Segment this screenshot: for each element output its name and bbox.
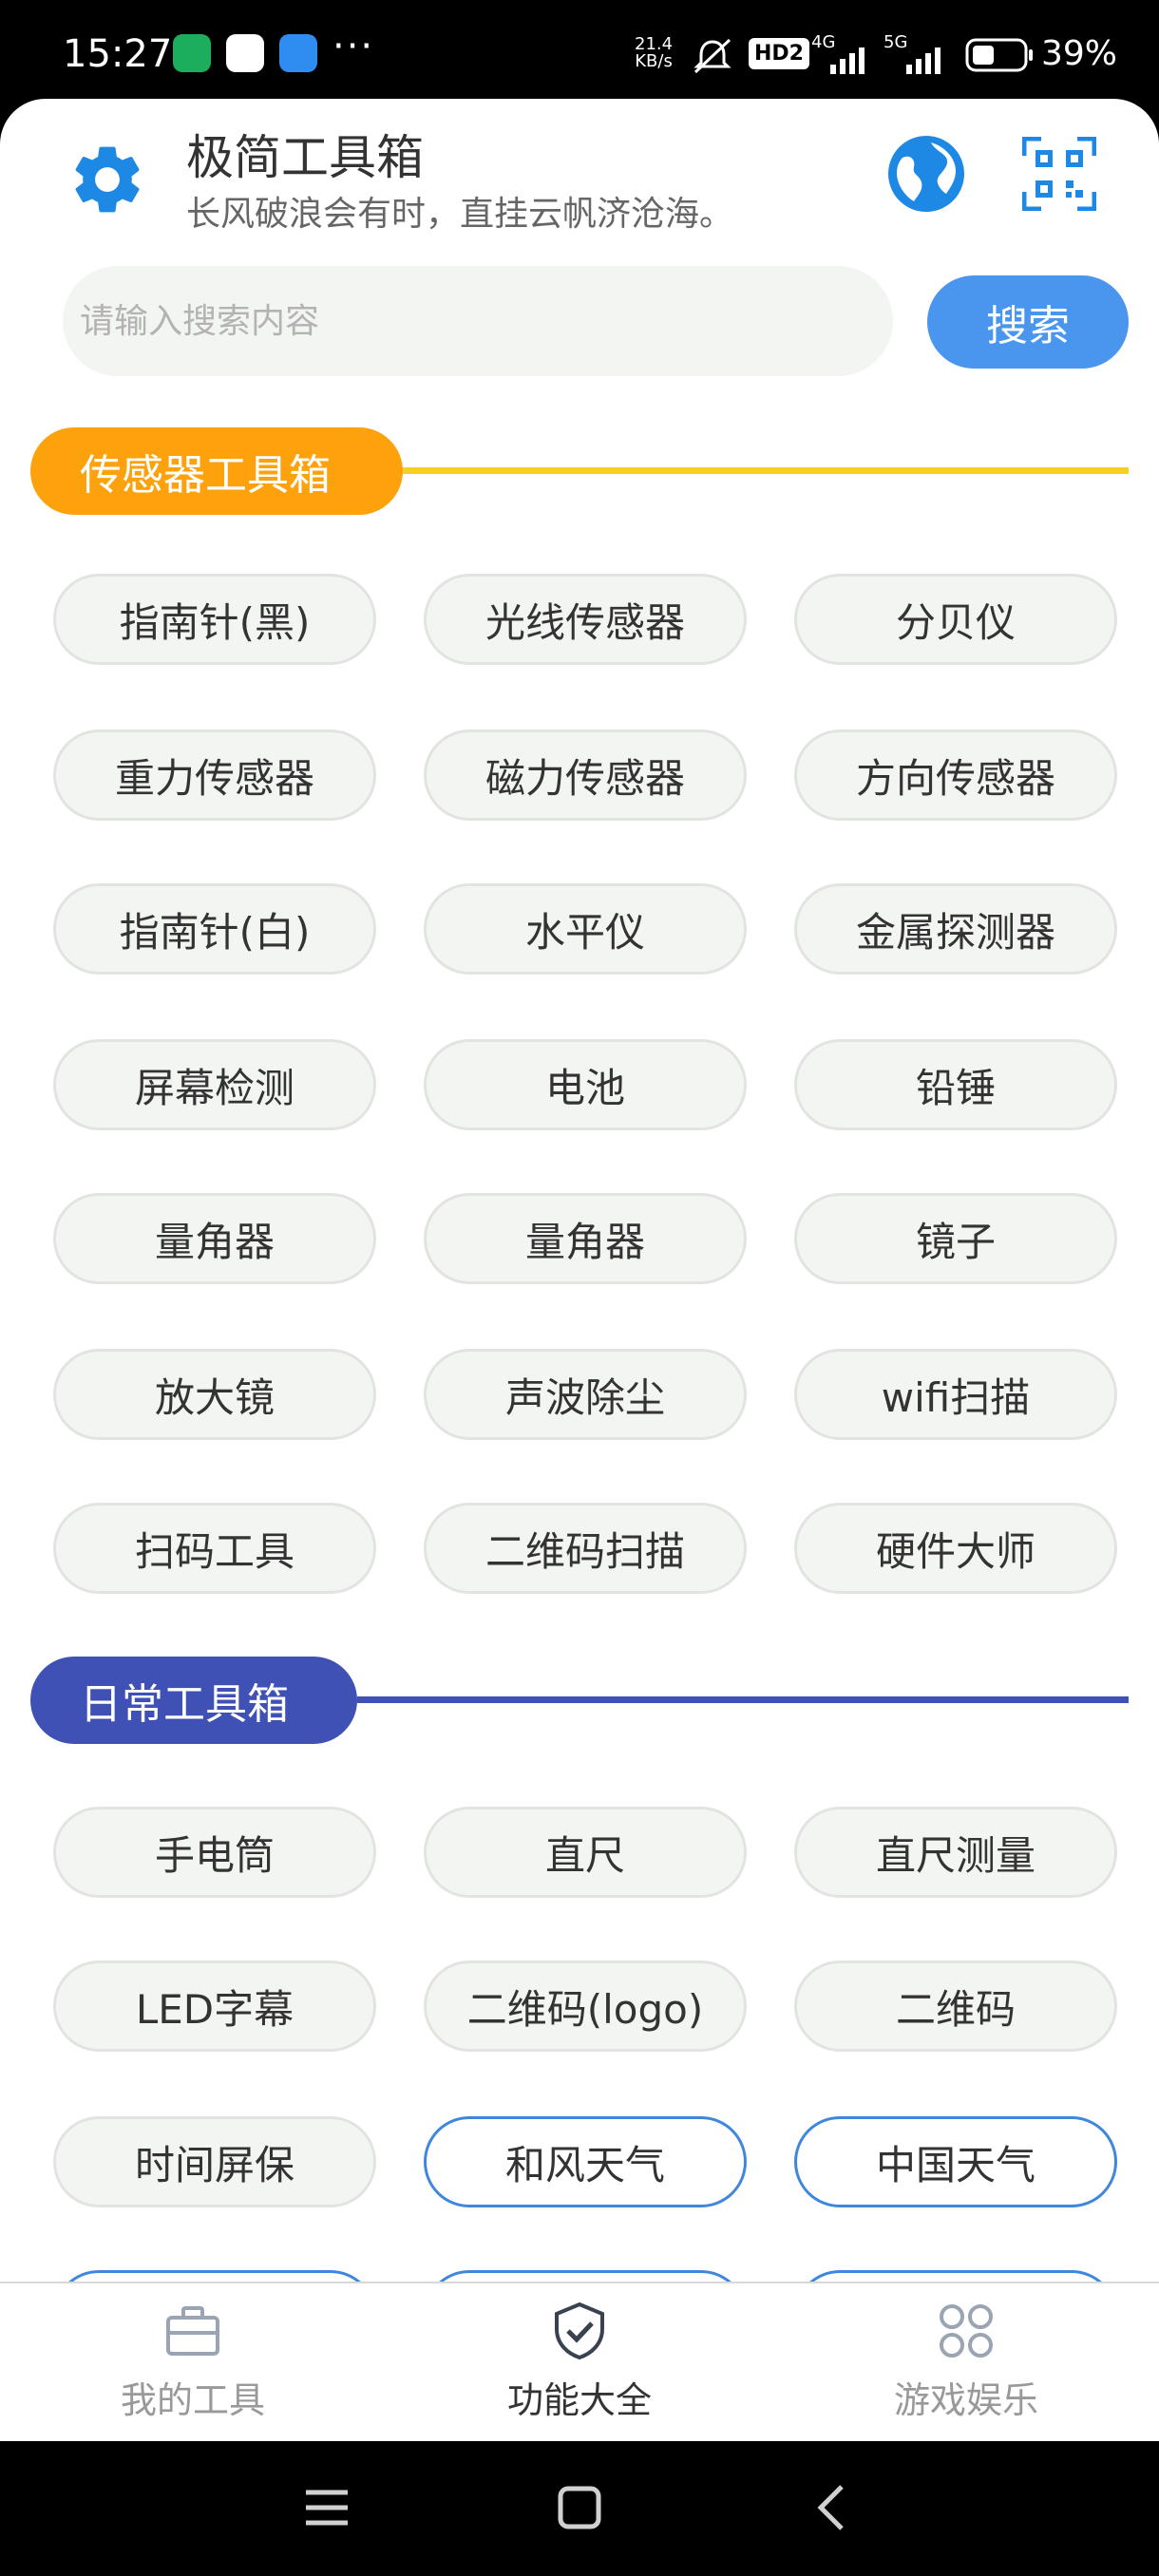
nav-my-tools[interactable]: 我的工具 bbox=[0, 2283, 386, 2443]
tool-button[interactable]: 光线传感器 bbox=[424, 574, 747, 665]
tool-button[interactable]: 硬件大师 bbox=[794, 1503, 1117, 1594]
back-icon[interactable] bbox=[804, 2479, 861, 2536]
nav-games[interactable]: 游戏娱乐 bbox=[773, 2283, 1159, 2443]
tool-button[interactable]: 重力传感器 bbox=[53, 729, 376, 821]
tool-button[interactable]: 量角器 bbox=[424, 1193, 747, 1284]
app-title: 极简工具箱 bbox=[186, 130, 424, 185]
nav-all-features[interactable]: 功能大全 bbox=[387, 2283, 772, 2443]
tool-button[interactable]: 电池 bbox=[424, 1039, 747, 1130]
section-divider bbox=[357, 1696, 1129, 1703]
network-speed: 21.4 KB/s bbox=[635, 34, 674, 71]
app-notification-icon bbox=[279, 34, 317, 72]
search-button[interactable]: 搜索 bbox=[927, 275, 1129, 369]
tool-button[interactable]: 和风天气 bbox=[424, 2116, 747, 2207]
tool-button[interactable]: 扫码工具 bbox=[53, 1503, 376, 1594]
battery-percent: 39% bbox=[1041, 34, 1118, 73]
home-icon[interactable] bbox=[551, 2479, 608, 2536]
tool-button[interactable]: 方向传感器 bbox=[794, 729, 1117, 821]
app-container: 极简工具箱 长风破浪会有时，直挂云帆济沧海。 搜索 传感器工具箱 指南针(黑) … bbox=[0, 99, 1159, 2441]
tool-button[interactable]: 磁力传感器 bbox=[424, 729, 747, 821]
bottom-nav: 我的工具 功能大全 游戏娱乐 bbox=[0, 2282, 1159, 2441]
tool-button[interactable]: 指南针(白) bbox=[53, 883, 376, 975]
tool-button[interactable]: 手电筒 bbox=[53, 1807, 376, 1898]
tool-button[interactable]: 直尺测量 bbox=[794, 1807, 1117, 1898]
nav-label: 我的工具 bbox=[120, 2379, 265, 2421]
tool-button[interactable]: 量角器 bbox=[53, 1193, 376, 1284]
nav-label: 功能大全 bbox=[506, 2379, 652, 2421]
tool-button[interactable]: wifi扫描 bbox=[794, 1349, 1117, 1440]
section-title: 传感器工具箱 bbox=[30, 427, 403, 515]
signal-icon bbox=[830, 47, 864, 74]
section-title: 日常工具箱 bbox=[30, 1657, 357, 1744]
gear-icon[interactable] bbox=[66, 139, 148, 220]
briefcase-icon bbox=[166, 2306, 219, 2356]
tool-button[interactable]: 放大镜 bbox=[53, 1349, 376, 1440]
tool-button[interactable]: 分贝仪 bbox=[794, 574, 1117, 665]
section-divider bbox=[403, 467, 1129, 474]
app-notification-icon bbox=[226, 34, 264, 72]
tool-button[interactable]: LED字幕 bbox=[53, 1960, 376, 2052]
tool-button[interactable]: 水平仪 bbox=[424, 883, 747, 975]
tool-button[interactable]: 二维码扫描 bbox=[424, 1503, 747, 1594]
more-notifications-icon: ··· bbox=[332, 25, 375, 68]
qr-scan-icon[interactable] bbox=[1022, 137, 1096, 211]
tool-button[interactable]: 时间屏保 bbox=[53, 2116, 376, 2207]
tool-button[interactable]: 屏幕检测 bbox=[53, 1039, 376, 1130]
section-header-daily: 日常工具箱 bbox=[30, 1657, 1129, 1744]
app-notification-icon bbox=[173, 34, 211, 72]
nav-label: 游戏娱乐 bbox=[893, 2379, 1038, 2421]
tool-button[interactable]: 直尺 bbox=[424, 1807, 747, 1898]
shield-check-icon bbox=[555, 2301, 604, 2360]
tool-button[interactable]: 声波除尘 bbox=[424, 1349, 747, 1440]
menu-icon[interactable] bbox=[298, 2479, 355, 2536]
app-subtitle: 长风破浪会有时，直挂云帆济沧海。 bbox=[186, 195, 734, 234]
tool-button[interactable]: 镜子 bbox=[794, 1193, 1117, 1284]
grid-icon bbox=[940, 2304, 993, 2358]
tool-button[interactable]: 中国天气 bbox=[794, 2116, 1117, 2207]
system-nav-bar bbox=[0, 2441, 1159, 2576]
hd-badge: HD2 bbox=[749, 38, 809, 69]
section-header-sensors: 传感器工具箱 bbox=[30, 427, 1129, 515]
status-bar: 15:27 ··· 21.4 KB/s HD2 4G 5G 39% bbox=[0, 0, 1159, 104]
tool-button[interactable]: 金属探测器 bbox=[794, 883, 1117, 975]
mute-bell-icon bbox=[694, 38, 732, 74]
globe-icon[interactable] bbox=[885, 133, 967, 215]
signal-icon bbox=[906, 47, 940, 74]
tool-button[interactable]: 指南针(黑) bbox=[53, 574, 376, 665]
search-input[interactable] bbox=[63, 266, 893, 376]
tool-button[interactable]: 二维码(logo) bbox=[424, 1960, 747, 2052]
battery-icon bbox=[965, 38, 1033, 72]
tool-button[interactable]: 二维码 bbox=[794, 1960, 1117, 2052]
tool-button[interactable]: 铅锤 bbox=[794, 1039, 1117, 1130]
status-time: 15:27 bbox=[63, 32, 173, 76]
